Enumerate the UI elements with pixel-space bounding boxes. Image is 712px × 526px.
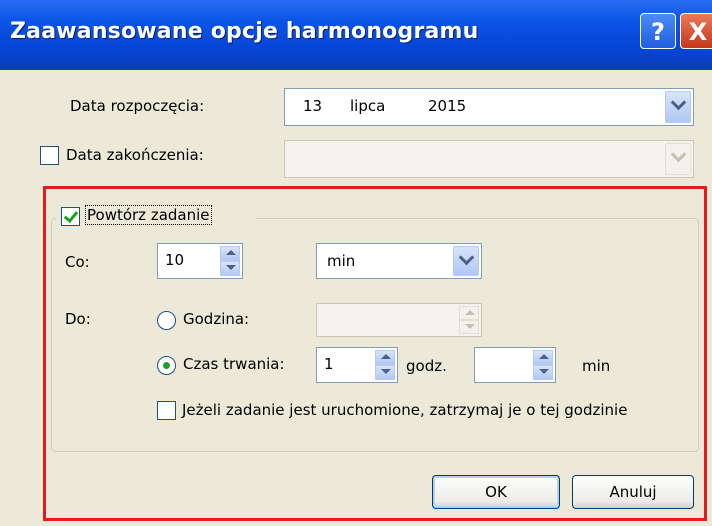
title-bar[interactable]: Zaawansowane opcje harmonogramu ? X [0,0,712,70]
dialog-window: Zaawansowane opcje harmonogramu ? X Data… [0,0,712,526]
start-date-month: lipca [350,97,386,115]
chevron-down-icon [670,146,687,163]
start-date-day: 13 [303,97,323,115]
start-date-year: 2015 [428,97,467,115]
close-button[interactable]: X [680,13,712,49]
chevron-down-icon [670,94,687,111]
end-date-picker[interactable] [284,140,694,178]
end-date-dropdown-button[interactable] [665,143,691,175]
start-date-label: Data rozpoczęcia: [70,97,205,115]
start-date-dropdown-button[interactable] [665,91,691,123]
dialog-title: Zaawansowane opcje harmonogramu [10,19,479,44]
help-button[interactable]: ? [640,13,676,49]
highlight-frame [43,186,707,521]
end-date-checkbox[interactable] [40,146,59,165]
end-date-label: Data zakończenia: [66,146,204,164]
start-date-picker[interactable]: 13 lipca 2015 [284,88,694,126]
